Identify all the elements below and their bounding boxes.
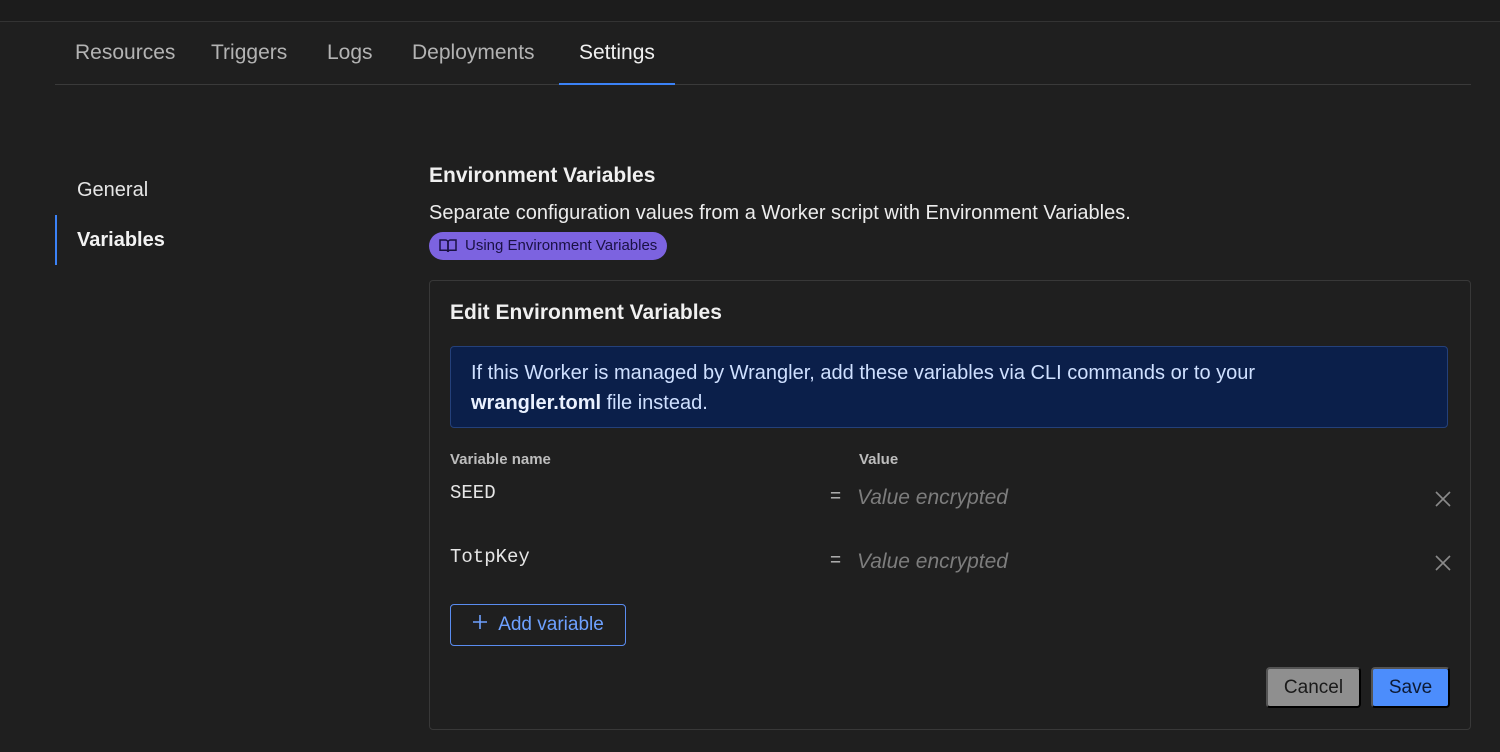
info-line-2-rest: file instead. bbox=[601, 392, 708, 414]
section-description: Separate configuration values from a Wor… bbox=[429, 202, 1131, 224]
section-title: Environment Variables bbox=[429, 164, 656, 187]
tab-triggers[interactable]: Triggers bbox=[211, 22, 287, 84]
cancel-button[interactable]: Cancel bbox=[1266, 667, 1361, 708]
add-variable-button[interactable]: Add variable bbox=[450, 604, 626, 646]
variable-row: TotpKey = Value encrypted bbox=[450, 546, 1451, 586]
docs-link-label: Using Environment Variables bbox=[465, 237, 658, 254]
plus-icon bbox=[472, 614, 488, 636]
tab-resources[interactable]: Resources bbox=[75, 22, 175, 84]
wrangler-filename: wrangler.toml bbox=[471, 392, 602, 414]
variable-name[interactable]: SEED bbox=[450, 482, 496, 504]
column-header-value: Value bbox=[859, 451, 899, 468]
sidebar-item-general[interactable]: General bbox=[55, 165, 355, 215]
book-open-icon bbox=[439, 238, 457, 254]
wrangler-info-banner: If this Worker is managed by Wrangler, a… bbox=[450, 346, 1448, 428]
edit-variables-card: Edit Environment Variables If this Worke… bbox=[429, 280, 1471, 730]
settings-sidebar: General Variables bbox=[55, 165, 355, 265]
info-line-1: If this Worker is managed by Wrangler, a… bbox=[471, 362, 1256, 384]
card-title: Edit Environment Variables bbox=[450, 301, 722, 324]
add-variable-label: Add variable bbox=[498, 614, 604, 635]
docs-link-badge[interactable]: Using Environment Variables bbox=[429, 232, 668, 260]
tab-bar: Resources Triggers Logs Deployments Sett… bbox=[55, 22, 1471, 85]
tab-deployments[interactable]: Deployments bbox=[412, 22, 535, 84]
info-line-2: wrangler.toml file instead. bbox=[471, 388, 708, 418]
top-bar bbox=[0, 0, 1500, 22]
remove-variable-icon[interactable] bbox=[1432, 552, 1454, 574]
tab-logs[interactable]: Logs bbox=[327, 22, 373, 84]
save-button[interactable]: Save bbox=[1371, 667, 1450, 708]
variable-row: SEED = Value encrypted bbox=[450, 482, 1451, 522]
equals-sign: = bbox=[830, 550, 842, 571]
equals-sign: = bbox=[830, 486, 842, 507]
variable-value[interactable]: Value encrypted bbox=[857, 486, 1008, 510]
tab-settings[interactable]: Settings bbox=[559, 22, 675, 85]
sidebar-item-variables[interactable]: Variables bbox=[55, 215, 355, 265]
column-header-name: Variable name bbox=[450, 451, 551, 468]
remove-variable-icon[interactable] bbox=[1432, 488, 1454, 510]
variable-name[interactable]: TotpKey bbox=[450, 546, 530, 568]
variable-value[interactable]: Value encrypted bbox=[857, 550, 1008, 574]
